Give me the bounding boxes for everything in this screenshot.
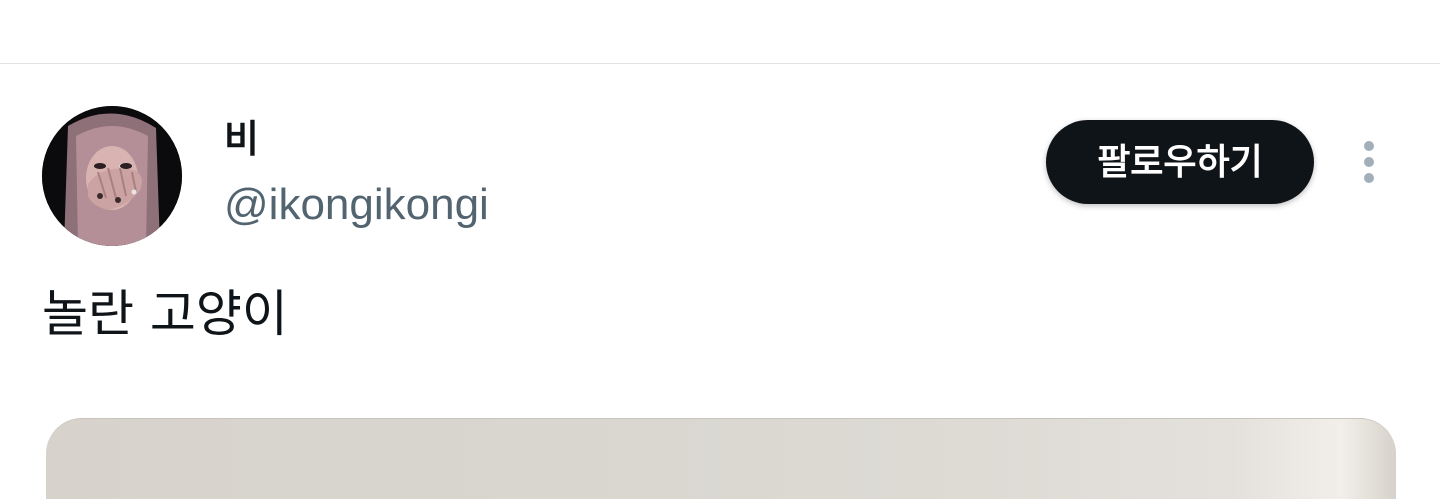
top-bar bbox=[0, 0, 1440, 64]
tweet: 비 @ikongikongi 팔로우하기 놀란 고양이 bbox=[0, 64, 1440, 499]
avatar-image bbox=[42, 106, 182, 246]
tweet-media-image[interactable] bbox=[46, 418, 1396, 499]
avatar[interactable] bbox=[42, 106, 182, 246]
more-vertical-icon bbox=[1364, 141, 1374, 183]
author-handle[interactable]: @ikongikongi bbox=[224, 177, 489, 233]
more-options-button[interactable] bbox=[1346, 134, 1392, 190]
follow-button[interactable]: 팔로우하기 bbox=[1046, 120, 1314, 204]
author-display-name[interactable]: 비 bbox=[224, 114, 259, 164]
tweet-text: 놀란 고양이 bbox=[42, 285, 288, 343]
